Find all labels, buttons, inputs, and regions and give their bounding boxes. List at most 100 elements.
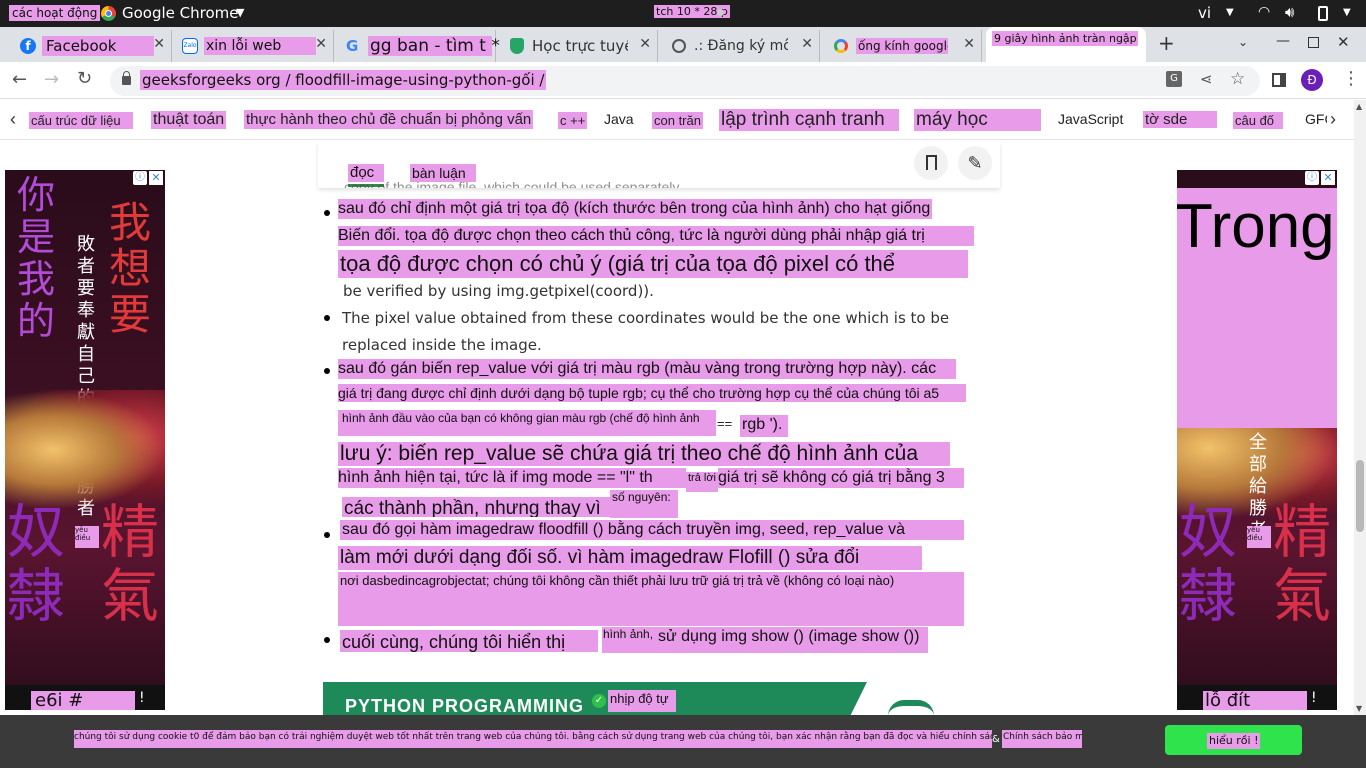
nav-item-ml[interactable]: máy học [914, 109, 1041, 131]
close-icon[interactable]: ✕ [639, 36, 651, 52]
chevron-down-icon[interactable]: ▼ [1226, 7, 1234, 18]
new-tab-button[interactable]: + [1158, 31, 1175, 55]
bullet [324, 637, 330, 643]
ad-close-icon[interactable]: ✕ [149, 171, 163, 185]
course-badge: nhịp độ tự [608, 690, 676, 712]
ad-small-label: yêu điều [1247, 526, 1271, 548]
nav-item-cpp[interactable]: c ++ [558, 112, 588, 129]
ad-text-vertical: 精氣 [101, 498, 160, 630]
bullet-3-line-2: giá trị đang được chỉ định dưới dạng bộ … [338, 384, 966, 402]
chevron-down-icon[interactable]: ▼ [1343, 7, 1351, 18]
bullet-4-line-1: sau đó gọi hàm imagedraw floodfill () bằ… [340, 520, 964, 540]
back-icon[interactable]: ← [12, 69, 27, 90]
nav-item-javascript[interactable]: JavaScript [1058, 111, 1123, 127]
bullet-3-line-6b: số nguyên: [610, 490, 678, 518]
nav-item-data-structures[interactable]: cấu trúc dữ liệu [29, 112, 133, 129]
tab-search-icon[interactable]: ⌄ [1238, 35, 1248, 49]
nav-item-python[interactable]: con trăn [652, 112, 703, 129]
scrollbar-thumb[interactable] [1356, 460, 1364, 532]
ad-info-icon[interactable]: ⓘ [133, 171, 147, 185]
scroll-down-icon[interactable]: ▼ [1356, 704, 1362, 713]
left-ad[interactable]: 你是我的 我想要 敗者要奉獻自己的全部給勝者 奴隸 精氣 yêu điều ⓘ … [5, 170, 165, 710]
url-text[interactable]: geeksforgeeks org / floodfill-image-usin… [140, 70, 547, 90]
chrome-icon [101, 6, 116, 21]
topic-nav: ‹ cấu trúc dữ liệu thuật toán thực hành … [0, 100, 1354, 140]
scroll-up-icon[interactable]: ▲ [1356, 102, 1362, 111]
bullet-1-line-2: Biến đổi. tọa độ được chọn theo cách thủ… [338, 226, 974, 246]
bullet-2-line-1: The pixel value obtained from these coor… [342, 309, 950, 327]
privacy-policy-link[interactable]: Chính sách bảo mật [1002, 730, 1082, 748]
chevron-left-icon[interactable]: ‹ [10, 109, 16, 130]
close-icon[interactable]: ✕ [153, 36, 165, 52]
accept-cookies-button[interactable]: hiểu rồi ! [1165, 725, 1302, 755]
chevron-down-icon[interactable]: ▼ [236, 6, 244, 19]
tab-strip: f Facebook ✕ Zalo xin lỗi web ✕ G gg ban… [0, 27, 1366, 62]
accept-cookies-label: hiểu rồi ! [1207, 733, 1261, 749]
bullet-3-line-3b: == [717, 416, 733, 431]
bullet-4-line-3: nơi dasbedincagrobjectat; chúng tôi khôn… [338, 572, 964, 626]
tab-label: xin lỗi web [204, 37, 316, 55]
side-panel-icon[interactable] [1272, 73, 1286, 87]
globe-icon [672, 39, 686, 53]
ad-headline: Trong [1177, 192, 1335, 261]
bullet-3-line-4: lưu ý: biến rep_value sẽ chứa giá trị th… [338, 442, 950, 466]
partial-text: copy of the image file, which could be u… [344, 179, 683, 188]
tab-google-search[interactable]: G gg ban - tìm t * [336, 30, 500, 62]
chevron-right-icon[interactable]: › [1330, 109, 1336, 130]
bookmark-icon[interactable] [914, 146, 948, 180]
bullet [324, 368, 330, 374]
page-scrollbar[interactable]: ▲ ▼ [1354, 100, 1366, 715]
ad-close-icon[interactable]: ✕ [1321, 171, 1335, 185]
bullet [324, 315, 330, 321]
omnibox[interactable]: geeksforgeeks org / floodfill-image-usin… [110, 66, 1260, 96]
tab-facebook[interactable]: f Facebook ✕ [14, 30, 172, 62]
nav-item-puzzles[interactable]: câu đố [1233, 112, 1283, 129]
avatar[interactable]: Đ [1301, 69, 1323, 91]
bullet-3-line-1: sau đó gán biến rep_value với giá trị mà… [338, 359, 956, 379]
nav-item-interview-prep[interactable]: thực hành theo chủ đề chuẩn bị phỏng vấn [244, 110, 534, 129]
restore-icon[interactable] [1308, 37, 1319, 48]
close-icon[interactable]: ✕ [315, 36, 327, 52]
reload-icon[interactable]: ↻ [77, 68, 92, 89]
bullet [324, 210, 330, 216]
close-icon[interactable]: ✕ [963, 36, 975, 52]
volume-icon[interactable]: 🔊︎ [1285, 3, 1294, 21]
cookie-text: chúng tôi sử dụng cookie t0 để đảm bảo b… [74, 730, 992, 748]
lock-icon [122, 71, 131, 85]
close-window-icon[interactable]: ✕ [1337, 33, 1350, 51]
menu-kebab-icon[interactable]: ⋮ [1342, 68, 1360, 89]
activities-button[interactable]: các hoạt động [9, 5, 101, 21]
tab-active[interactable]: 9 giây hình ảnh tràn ngập x [986, 27, 1146, 62]
app-menu-label[interactable]: Google Chrome [122, 4, 239, 22]
tab-google-lens[interactable]: ống kính google ✕ [822, 30, 982, 62]
nav-item-algorithms[interactable]: thuật toán [151, 111, 227, 129]
right-ad[interactable]: 全部給勝者 奴隸 精氣 yêu điều Trong ⓘ ✕ lỗ đít ! [1177, 170, 1337, 710]
ad-info-icon[interactable]: ⓘ [1305, 171, 1319, 185]
tab-zalo[interactable]: Zalo xin lỗi web ✕ [174, 30, 334, 62]
bullet-1-line-4: be verified by using img.getpixel(coord)… [343, 282, 654, 300]
minimize-icon[interactable]: — [1276, 33, 1290, 49]
nav-item-competitive[interactable]: lập trình cạnh tranh [719, 109, 899, 131]
input-language[interactable]: vi [1198, 4, 1211, 22]
ad-text-vertical: 你是我的 [17, 173, 56, 343]
translate-icon[interactable]: G [1166, 71, 1182, 87]
nav-item-gfg[interactable]: GFG [1305, 111, 1327, 127]
bullet-3-line-3a: hình ảnh đầu vào của bạn có không gian m… [338, 410, 716, 436]
ad-footer-text: lỗ đít [1203, 691, 1307, 710]
battery-icon[interactable] [1318, 6, 1328, 21]
bullet-3-line-3c: rgb '). [740, 415, 788, 437]
forward-icon[interactable]: → [44, 69, 59, 90]
bookmark-star-icon[interactable]: ☆ [1230, 69, 1245, 89]
tab-hoc-truc-tuyen[interactable]: Học trực tuyế ✕ [498, 30, 658, 62]
share-icon[interactable]: ⋖ [1200, 70, 1213, 88]
close-icon[interactable]: ✕ [801, 36, 813, 52]
nav-item-java[interactable]: Java [604, 111, 634, 127]
tab-label: ống kính google [856, 38, 948, 54]
wifi-icon[interactable]: ◠ [1258, 4, 1270, 20]
tab-dang-ky-mon[interactable]: .: Đăng ký môn ✕ [660, 30, 820, 62]
course-banner-logo [888, 700, 934, 716]
bullet-3-line-5a: hình ảnh hiện tại, tức là if img mode ==… [338, 468, 686, 488]
nav-item-sde[interactable]: tờ sde [1143, 111, 1217, 128]
bullet-5-line-1c: sử dụng img show () (image show ()) [656, 627, 928, 653]
edit-pencil-icon[interactable]: ✎ [958, 146, 992, 180]
